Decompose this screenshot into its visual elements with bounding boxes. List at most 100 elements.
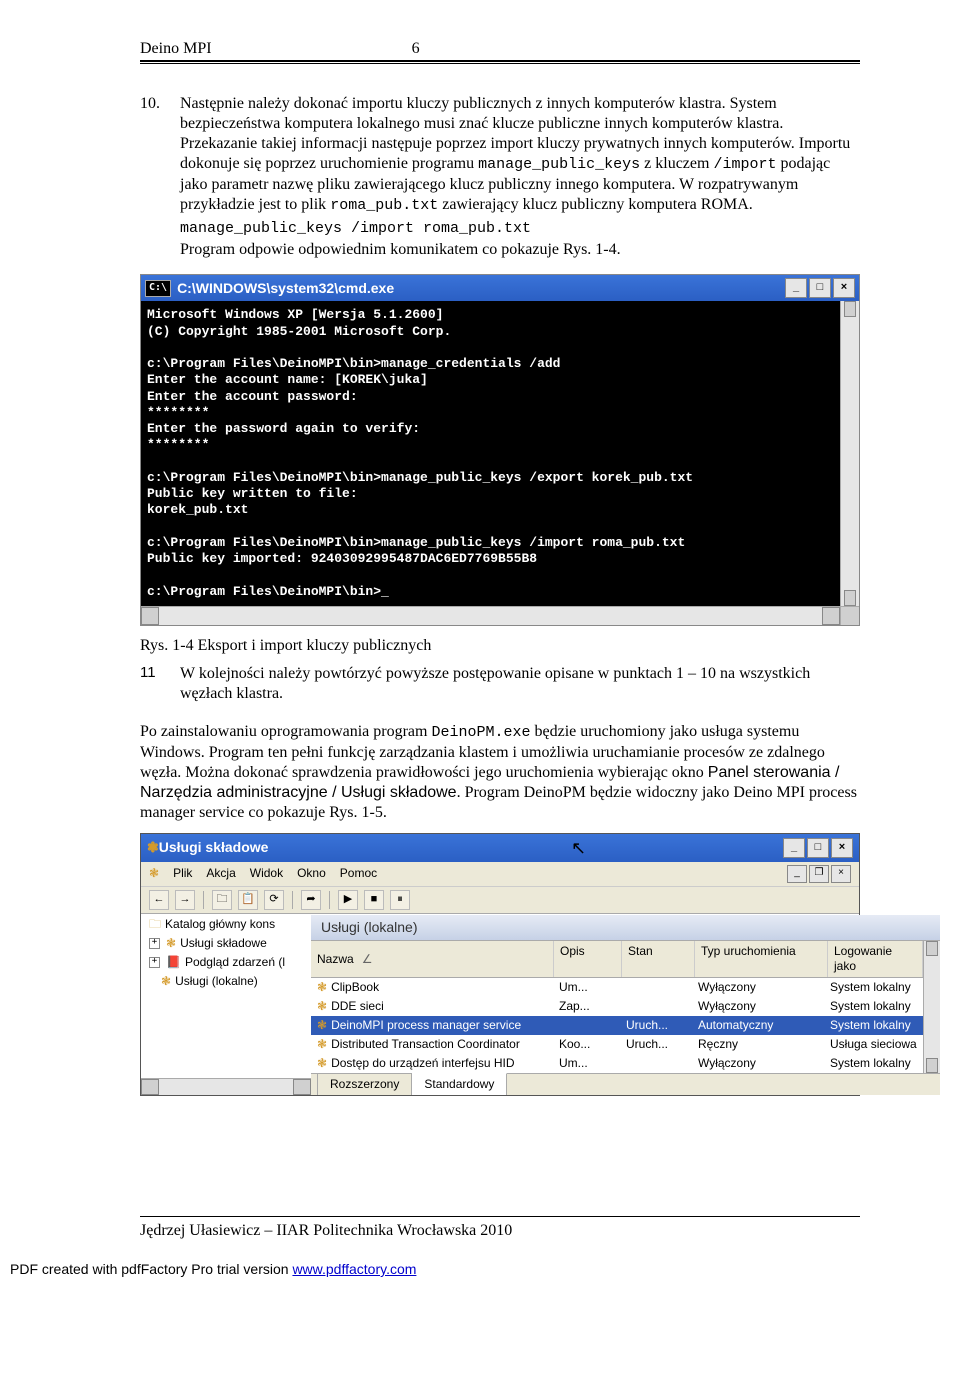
pdf-watermark: PDF created with pdfFactory Pro trial ve… [10,1261,860,1277]
cmd-title-text: C:\WINDOWS\system32\cmd.exe [177,280,394,298]
mdi-close-button[interactable]: × [831,865,851,883]
command-example: manage_public_keys /import roma_pub.txt [180,220,860,239]
stop-button[interactable]: ■ [364,890,384,910]
col-start[interactable]: Typ uruchomienia [695,941,828,977]
list-item-11: 11 W kolejności należy powtórzyć powyższ… [140,664,860,704]
cell-name: ClipBook [331,980,379,995]
pause-button[interactable]: ⏸ [390,890,410,910]
back-button[interactable]: ← [149,890,169,910]
cell-desc [553,1016,620,1035]
expand-icon[interactable]: + [149,957,160,968]
tab-extended[interactable]: Rozszerzony [318,1074,412,1095]
table-row[interactable]: ❃ DDE sieci Zap... WyłączonySystem lokalny [311,997,923,1016]
tree-item-events[interactable]: +📕Podgląd zdarzeń (l [141,953,311,972]
tree-item-local-services[interactable]: ❃Usługi (lokalne) [141,972,311,991]
cell-start: Wyłączony [692,997,824,1016]
table-header[interactable]: Nazwa∠ Opis Stan Typ uruchomienia Logowa… [311,941,923,978]
services-window: ❃ Usługi składowe _ □ × ❃ Plik Akcja Wid… [140,833,860,1097]
cell-logon: System lokalny [824,997,923,1016]
services-title-text: Usługi składowe [159,839,269,857]
book-icon: 📕 [166,955,181,970]
scroll-track[interactable] [159,607,822,625]
table-vscroll[interactable] [923,941,940,1073]
cell-desc: Zap... [553,997,620,1016]
list-content: Następnie należy dokonać importu kluczy … [180,94,860,216]
services-titlebar[interactable]: ❃ Usługi składowe _ □ × [141,834,859,862]
cell-logon: Usługa sieciowa [824,1035,923,1054]
pdf-link[interactable]: www.pdffactory.com [292,1261,416,1277]
cmd-icon: C:\ [145,280,171,297]
scroll-left-button[interactable] [141,1079,159,1095]
tree-item-services[interactable]: +❃Usługi składowe [141,934,311,953]
maximize-button[interactable]: □ [809,278,831,298]
maximize-button[interactable]: □ [807,838,829,858]
services-tabs: Rozszerzony Standardowy [311,1073,940,1095]
cell-status: Uruch... [620,1035,692,1054]
close-button[interactable]: × [831,838,853,858]
gear-icon: ❃ [317,999,327,1014]
page-header: Deino MPI 6 [140,40,860,58]
table-row[interactable]: ❃DeinoMPI process manager serviceUruch..… [311,1016,923,1035]
menu-file[interactable]: Plik [173,866,192,881]
tree-item-root[interactable]: 🗀Katalog główny kons [141,915,311,934]
menu-help[interactable]: Pomoc [340,866,377,881]
page-footer: Jędrzej Ułasiewicz – IIAR Politechnika W… [140,1216,860,1241]
tree-hscroll[interactable] [141,1078,311,1095]
paragraph-install: Po zainstalowaniu oprogramowania program… [140,722,860,823]
sort-icon: ∠ [362,952,373,967]
scroll-right-button[interactable] [293,1079,311,1095]
minimize-button[interactable]: _ [785,278,807,298]
cell-desc: Koo... [553,1035,620,1054]
cell-start: Wyłączony [692,978,824,997]
props-button[interactable]: 📋 [238,890,258,910]
footer-text: Jędrzej Ułasiewicz – IIAR Politechnika W… [140,1221,860,1241]
cell-logon: System lokalny [824,1054,923,1073]
folder-icon: 🗀 [149,917,161,932]
gear-icon: ❃ [161,974,171,989]
col-status[interactable]: Stan [622,941,695,977]
mdi-restore-button[interactable]: ❐ [809,865,829,883]
list-item-10: 10. Następnie należy dokonać importu klu… [140,94,860,216]
cell-status [620,1054,692,1073]
table-row[interactable]: ❃ Distributed Transaction Coordinator Koo.… [311,1035,923,1054]
menu-window[interactable]: Okno [297,866,326,881]
gear-icon: ❃ [317,1056,327,1071]
expand-icon[interactable]: + [149,938,160,949]
play-button[interactable]: ▶ [338,890,358,910]
horizontal-scrollbar[interactable] [141,606,859,625]
scroll-right-button[interactable] [822,607,840,625]
cmd-window: C:\ C:\WINDOWS\system32\cmd.exe _ □ × Mi… [140,274,860,626]
export-button[interactable]: ➦ [301,890,321,910]
services-heading: Usługi (lokalne) [311,915,940,942]
services-toolbar: ← → 🗀 📋 ⟳ ➦ ▶ ■ ⏸ [141,887,859,914]
forward-button[interactable]: → [175,890,195,910]
refresh-button[interactable]: ⟳ [264,890,284,910]
cmd-output: Microsoft Windows XP [Wersja 5.1.2600] (… [141,301,840,606]
cell-desc: Um... [553,1054,620,1073]
vertical-scrollbar[interactable] [840,301,859,606]
table-row[interactable]: ❃Dostęp do urządzeń interfejsu HIDUm...W… [311,1054,923,1073]
menu-action[interactable]: Akcja [206,866,235,881]
list-number: 10. [140,94,180,216]
table-row[interactable]: ❃ClipBookUm...WyłączonySystem lokalny [311,978,923,997]
scroll-left-button[interactable] [141,607,159,625]
col-desc[interactable]: Opis [554,941,622,977]
services-tree[interactable]: 🗀Katalog główny kons +❃Usługi składowe +… [141,915,312,1079]
col-name[interactable]: Nazwa∠ [311,941,554,977]
mdi-minimize-button[interactable]: _ [787,865,807,883]
cell-desc: Um... [553,978,620,997]
minimize-button[interactable]: _ [783,838,805,858]
gear-icon: ❃ [317,1037,327,1052]
gear-icon: ❃ [147,839,159,857]
menu-view[interactable]: Widok [250,866,283,881]
col-logon[interactable]: Logowanie jako [828,941,923,977]
cmd-titlebar[interactable]: C:\ C:\WINDOWS\system32\cmd.exe _ □ × [141,275,859,301]
cell-name: DDE sieci [331,999,384,1014]
cell-name: Distributed Transaction Coordinator [331,1037,520,1052]
close-button[interactable]: × [833,278,855,298]
result-text: Program odpowie odpowiednim komunikatem … [180,240,860,260]
gear-icon: ❃ [317,1018,327,1033]
gear-icon: ❃ [166,936,176,951]
tab-standard[interactable]: Standardowy [412,1073,507,1095]
up-button[interactable]: 🗀 [212,890,232,910]
